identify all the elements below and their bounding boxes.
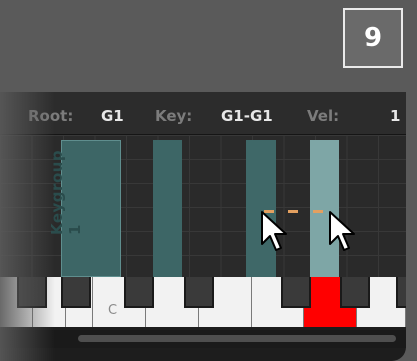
black-key[interactable] [281,277,311,308]
black-key[interactable] [340,277,370,308]
velocity-value[interactable]: 1 - [390,107,406,125]
mouse-pointer-icon [261,211,287,251]
piano-keyboard [0,277,406,327]
keygroup-info-bar: Root: G1 Key: G1-G1 Vel: 1 - [0,92,406,135]
black-key[interactable] [184,277,214,308]
black-key[interactable] [61,277,91,308]
keygroup-1-label: Keygroup 1 [48,149,84,235]
scrollbar-thumb[interactable] [78,335,396,342]
root-label: Root: [28,107,74,125]
black-key[interactable] [396,277,406,308]
step-number-badge: 9 [343,8,403,68]
keygroup-key-column[interactable] [153,140,182,277]
mouse-pointer-icon [329,211,355,251]
black-key[interactable] [124,277,154,308]
selected-key-column[interactable] [246,140,276,277]
root-value[interactable]: G1 [101,107,124,125]
horizontal-scrollbar[interactable] [0,330,406,348]
velocity-label: Vel: [307,107,340,125]
key-range-value[interactable]: G1-G1 [221,107,273,125]
c-key-label: C [108,303,118,318]
key-label: Key: [155,107,193,125]
drag-marker [313,210,323,213]
hover-key-column[interactable] [310,140,339,277]
black-key[interactable] [17,277,47,308]
